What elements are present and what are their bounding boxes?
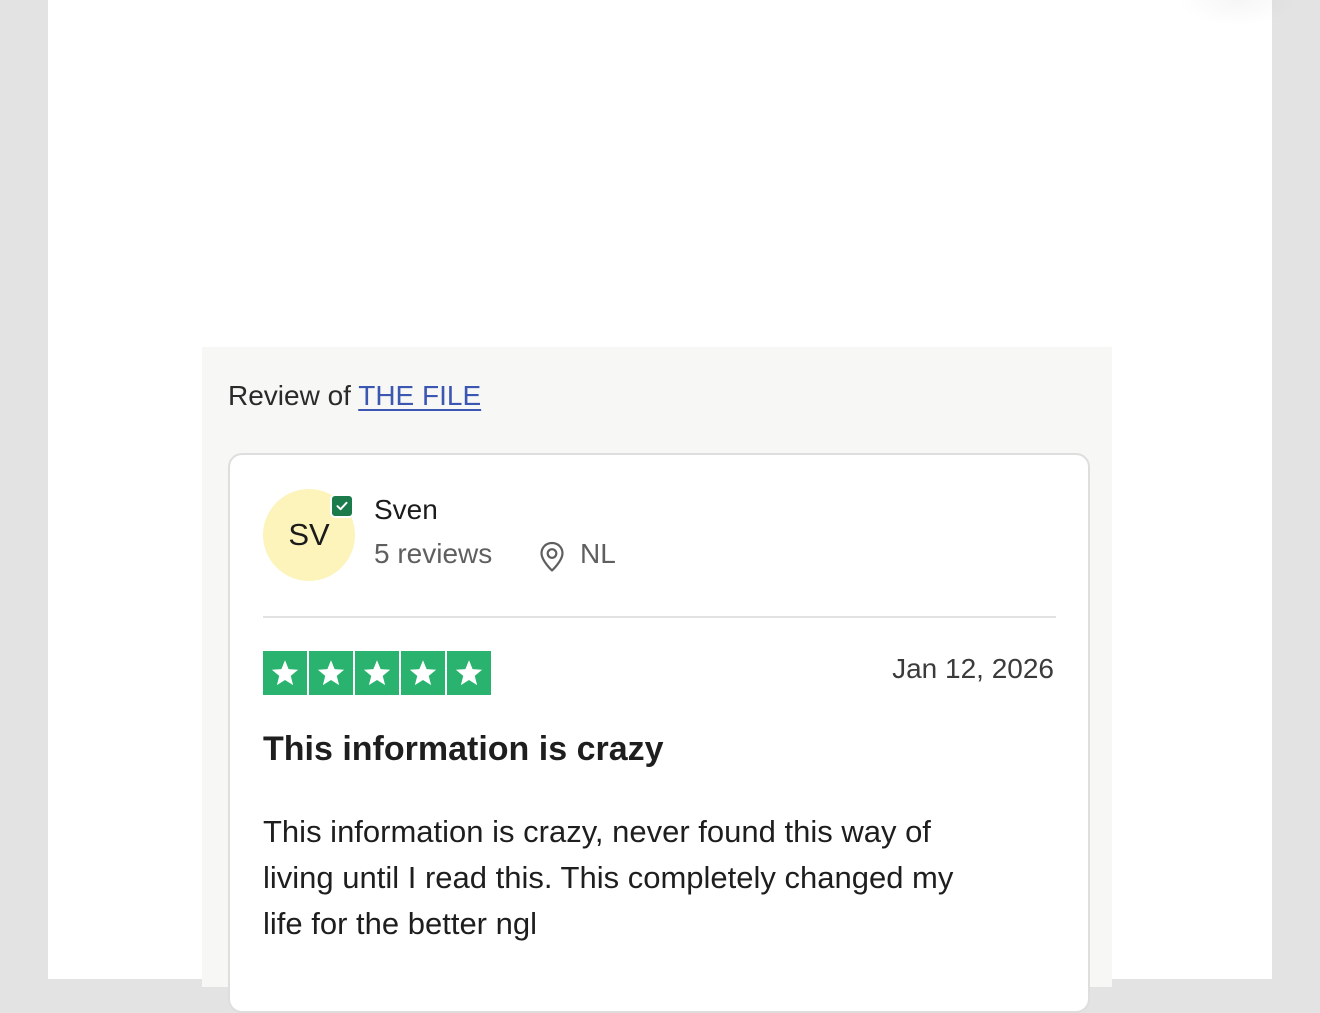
review-title[interactable]: This information is crazy [263, 730, 664, 769]
star-icon [401, 651, 445, 695]
avatar-initials: SV [288, 517, 330, 552]
star-icon [309, 651, 353, 695]
review-of-line: Review of THE FILE [228, 380, 481, 412]
star-icon [355, 651, 399, 695]
reviewer-country: NL [580, 538, 616, 569]
star-icon [447, 651, 491, 695]
star-icon [263, 651, 307, 695]
reviewer-review-count: 5 reviews [374, 538, 493, 569]
reviewer-name[interactable]: Sven [374, 494, 438, 526]
star-rating [263, 651, 491, 695]
company-link[interactable]: THE FILE [358, 380, 481, 411]
top-shadow [1178, 0, 1298, 26]
location-pin-icon [538, 541, 566, 573]
verified-check-icon [330, 494, 354, 518]
review-of-prefix: Review of [228, 380, 351, 411]
review-date: Jan 12, 2026 [892, 653, 1054, 684]
card-divider [263, 616, 1056, 618]
review-body: This information is crazy, never found t… [263, 814, 954, 941]
